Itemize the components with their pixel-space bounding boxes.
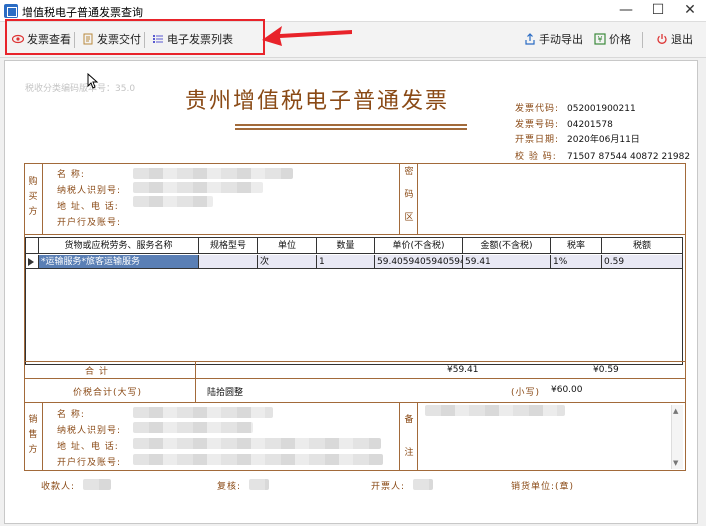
price-icon: ¥ [594,33,606,45]
redacted-field [133,168,293,179]
buyer-section [24,163,686,235]
redacted-field [413,479,433,490]
window-title: 增值税电子普通发票查询 [22,6,143,19]
sum-small-label: (小写) [511,388,541,398]
invoice-code-row: 发票代码: 052001900211 [515,104,636,114]
title-underline [235,128,467,130]
divider [195,361,196,379]
minimize-button[interactable]: — [610,0,642,22]
seller-bank-label: 开户行及账号: [57,458,122,468]
redacted-field [133,422,253,433]
export-icon [525,33,535,45]
app-icon [4,4,18,18]
redacted-field [133,454,383,465]
total-row [24,361,686,379]
price-button[interactable]: ¥ 价格 [594,32,631,48]
manual-export-label: 手动导出 [539,33,583,46]
close-button[interactable]: ✕ [674,0,706,22]
sum-label: 价税合计(大写) [73,388,143,398]
invoice-title: 贵州增值税电子普通发票 [185,89,450,114]
redacted-field [133,196,213,207]
check-code-row: 校 验 码: 71507 87544 40872 21982 [515,152,691,162]
divider [399,163,400,235]
divider [417,403,418,471]
divider [417,163,418,235]
highlight-box [5,19,265,55]
reviewer-label: 复核: [217,482,242,492]
svg-text:¥: ¥ [597,35,602,44]
sum-small: ¥60.00 [551,385,583,395]
buyer-bank-label: 开户行及账号: [57,218,122,228]
price-label: 价格 [609,33,631,46]
seller-address-label: 地 址、电 话: [57,442,119,452]
divider [42,403,43,471]
redacted-field [249,479,269,490]
items-frame [24,235,686,375]
scroll-up-icon[interactable]: ▲ [673,407,678,415]
invoice-number-row: 发票号码: 04201578 [515,120,613,130]
redacted-field [133,407,273,418]
title-underline [235,124,467,126]
total-label: 合 计 [85,367,109,377]
seller-label: 销售方 [28,415,38,455]
arrow-icon [262,26,352,46]
cipher-area-label: 密码区 [404,167,414,223]
cursor-icon [87,73,99,89]
redacted-field [83,479,111,490]
buyer-address-label: 地 址、电 话: [57,202,119,212]
buyer-name-label: 名 称: [57,170,85,180]
exit-button[interactable]: 退出 [656,32,693,48]
buyer-label: 购买方 [28,177,38,217]
toolbar-separator [642,32,643,48]
seller-unit-label: 销货单位:(章) [511,482,575,492]
exit-label: 退出 [671,33,693,46]
redacted-field [133,182,263,193]
drawer-label: 开票人: [371,482,406,492]
divider [399,403,400,471]
remark-label: 备注 [404,415,414,458]
redacted-field [133,438,381,449]
seller-taxid-label: 纳税人识别号: [57,426,122,436]
tax-code-version: 税收分类编码版本号：35.0 [25,84,136,94]
invoice-paper: 税收分类编码版本号：35.0 贵州增值税电子普通发票 发票代码: 05200190… [4,60,698,524]
total-tax: ¥0.59 [593,365,619,375]
redacted-field [425,405,565,416]
total-amount: ¥59.41 [447,365,479,375]
power-icon [657,34,667,44]
payee-label: 收款人: [41,482,76,492]
buyer-taxid-label: 纳税人识别号: [57,186,122,196]
seller-name-label: 名 称: [57,410,85,420]
scroll-down-icon[interactable]: ▼ [673,459,678,467]
sum-upper: 陆拾圆整 [207,388,244,398]
manual-export-button[interactable]: 手动导出 [524,32,583,48]
divider [195,379,196,403]
divider [42,163,43,235]
maximize-button[interactable]: ☐ [642,0,674,22]
invoice-date-row: 开票日期: 2020年06月11日 [515,135,640,145]
